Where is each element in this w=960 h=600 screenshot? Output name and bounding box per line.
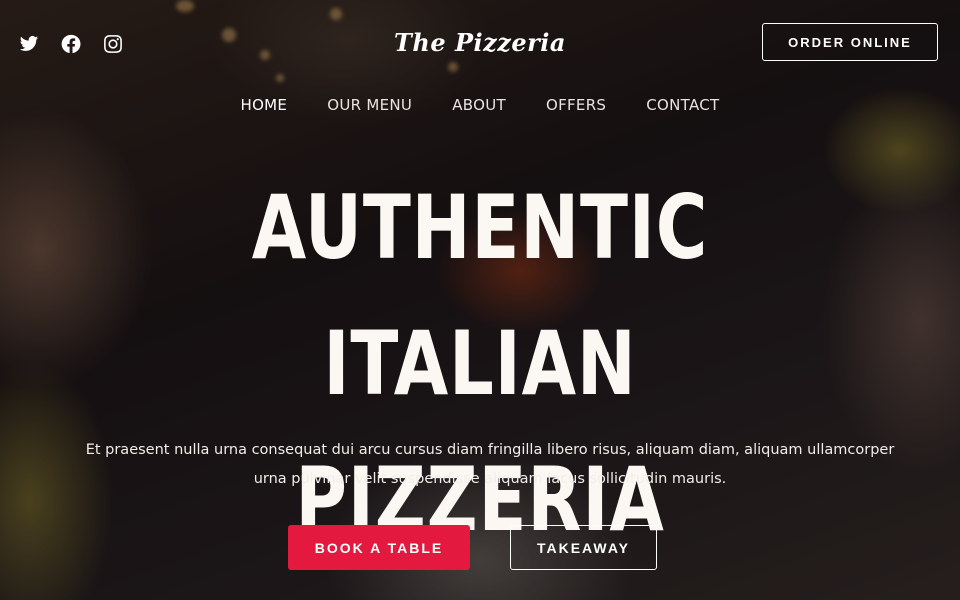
main-nav: HOME OUR MENU ABOUT OFFERS CONTACT (0, 96, 960, 114)
hero-title-line1: AUTHENTIC ITALIAN (251, 176, 709, 415)
nav-item-about[interactable]: ABOUT (452, 96, 506, 114)
hero-description: Et praesent nulla urna consequat dui arc… (85, 442, 895, 487)
hero-title: AUTHENTIC ITALIAN PIZZERIA (96, 160, 864, 568)
order-online-button[interactable]: ORDER ONLINE (762, 23, 938, 61)
nav-item-home[interactable]: HOME (241, 96, 288, 114)
nav-item-our-menu[interactable]: OUR MENU (327, 96, 412, 114)
nav-item-contact[interactable]: CONTACT (646, 96, 719, 114)
book-a-table-button[interactable]: BOOK A TABLE (288, 525, 470, 570)
nav-item-offers[interactable]: OFFERS (546, 96, 606, 114)
takeaway-button[interactable]: TAKEAWAY (510, 525, 657, 570)
